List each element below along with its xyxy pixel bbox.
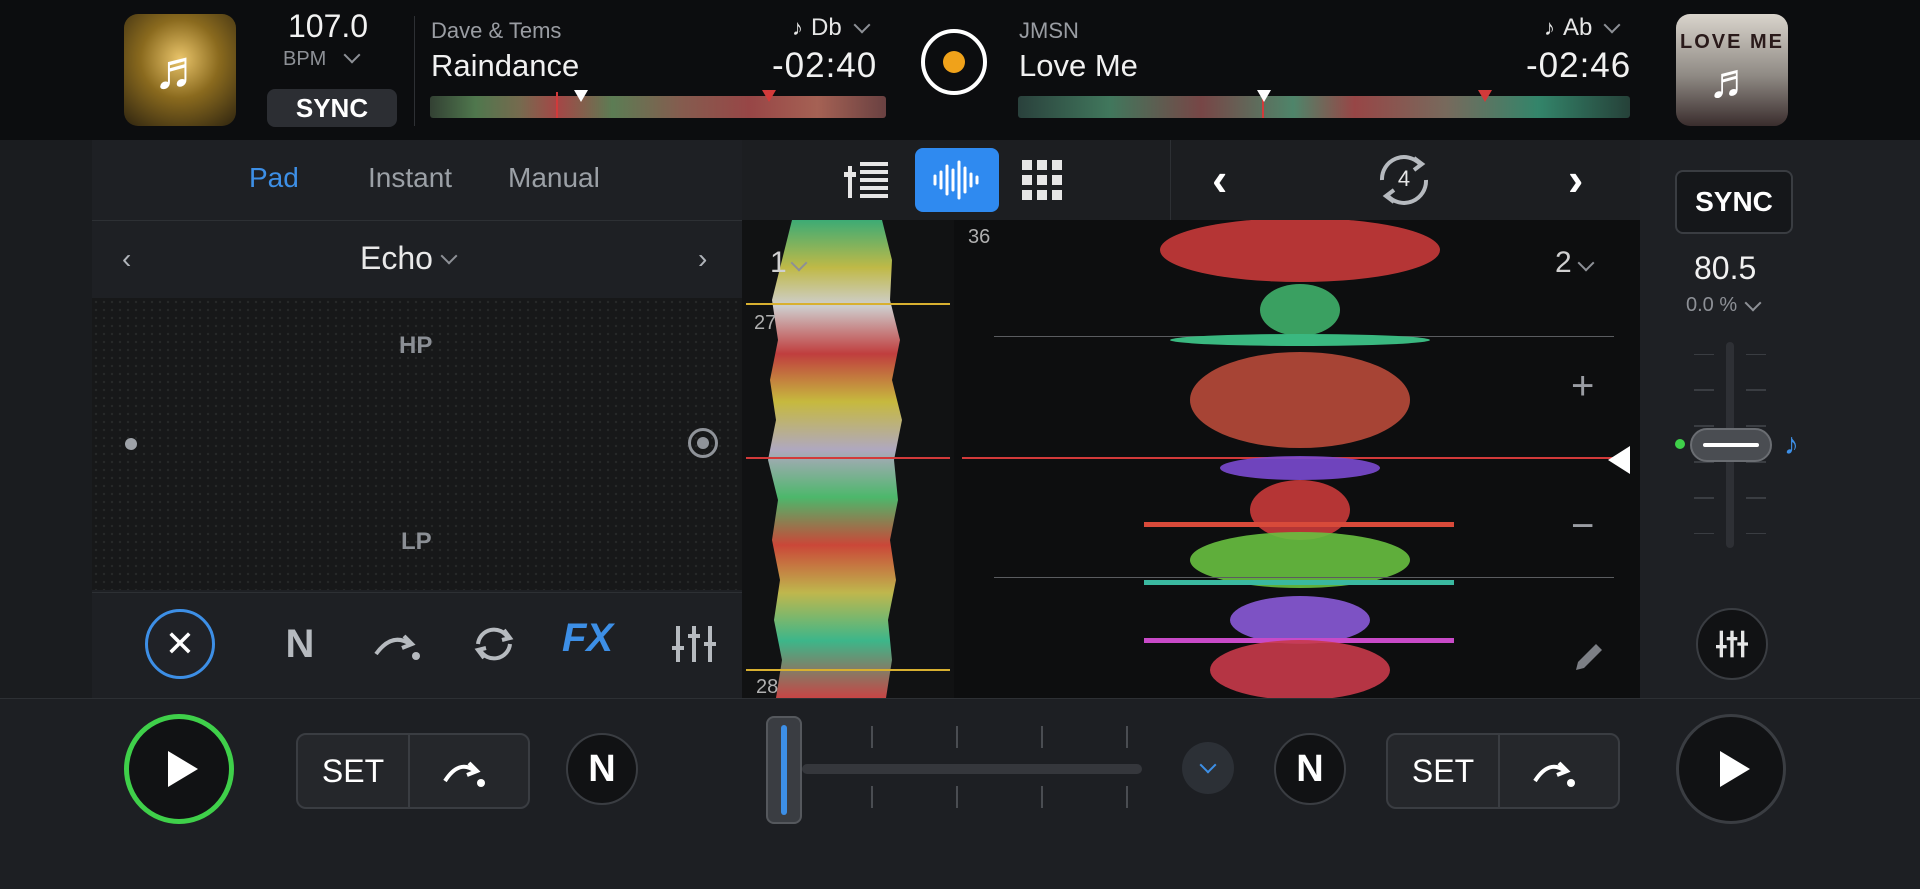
- chevron-down-icon: [790, 254, 808, 272]
- pitch-range[interactable]: 0.0 %: [1686, 294, 1762, 317]
- crossfader-handle[interactable]: [766, 716, 802, 824]
- cue-jump-icon[interactable]: [366, 614, 426, 674]
- album-art-text: LOVE ME: [1679, 31, 1784, 53]
- key-left[interactable]: ♪ Db: [792, 14, 871, 42]
- artist-right: JMSN: [1019, 18, 1079, 43]
- artist-left: Dave & Tems: [431, 18, 562, 43]
- overview-waveform-left[interactable]: [430, 96, 886, 118]
- waveform-icon: [933, 160, 979, 200]
- zoom-in-button[interactable]: +: [1571, 364, 1594, 409]
- album-art-right[interactable]: LOVE ME ♬: [1676, 14, 1788, 126]
- lp-label: LP: [401, 528, 432, 555]
- divider: [1170, 140, 1171, 220]
- title-right: Love Me: [1019, 48, 1138, 83]
- music-note-icon: ♪: [792, 15, 803, 40]
- music-note-icon: ♬: [153, 40, 207, 100]
- music-note-icon: ♪: [1544, 15, 1555, 40]
- crossfader-chevron-down-icon[interactable]: [1182, 742, 1234, 794]
- close-icon[interactable]: ✕: [145, 609, 215, 679]
- album-art-left[interactable]: ♬: [124, 14, 236, 126]
- tab-instant[interactable]: Instant: [368, 162, 452, 194]
- chevron-down-icon: [853, 16, 871, 34]
- target-icon[interactable]: [688, 428, 718, 458]
- chevron-down-icon[interactable]: [343, 46, 361, 64]
- title-left: Raindance: [431, 48, 580, 83]
- cue-jump-button-left[interactable]: [410, 735, 520, 807]
- grid-icon[interactable]: [1020, 158, 1064, 202]
- crossfader-ticks: [862, 722, 1142, 812]
- mixer-icon: [1716, 630, 1748, 658]
- deck2-selector[interactable]: 2: [1555, 246, 1595, 280]
- beat-number-27: 27: [754, 312, 777, 334]
- cue-marker-icon: [574, 90, 588, 102]
- deck2-waveform-graphic: [962, 218, 1614, 700]
- sync-button-left[interactable]: SYNC: [267, 89, 397, 127]
- tab-manual[interactable]: Manual: [508, 162, 600, 194]
- chevron-left-icon[interactable]: ‹: [122, 243, 131, 275]
- loop-halve-chevron-left-icon[interactable]: ‹: [1212, 152, 1227, 206]
- deck1-waveform[interactable]: [742, 220, 954, 698]
- divider: [414, 16, 415, 126]
- chevron-down-icon: [1577, 254, 1595, 272]
- beat-number-36: 36: [968, 226, 991, 248]
- time-remaining-left: -02:40: [772, 46, 878, 85]
- play-icon: [1720, 751, 1750, 787]
- beat-number-28: 28: [756, 676, 779, 698]
- fx-button[interactable]: FX: [562, 616, 613, 661]
- loop-button[interactable]: 4: [1370, 148, 1438, 212]
- left-edge: [0, 140, 92, 700]
- loop-double-chevron-right-icon[interactable]: ›: [1568, 152, 1583, 206]
- cue-jump-button-right[interactable]: [1500, 735, 1610, 807]
- loop-size: 4: [1397, 166, 1411, 191]
- bpm-label: BPM: [283, 46, 361, 71]
- cue-jump-icon: [1533, 761, 1575, 787]
- bpm-value[interactable]: 107.0: [288, 8, 368, 45]
- set-cue-button-left[interactable]: SET: [298, 735, 410, 807]
- overview-waveform-right[interactable]: [1018, 96, 1630, 118]
- set-cue-button-right[interactable]: SET: [1388, 735, 1500, 807]
- neural-mix-button-right[interactable]: N: [1274, 733, 1346, 805]
- playhead-marker-icon: [1608, 446, 1630, 474]
- neural-mix-icon[interactable]: N: [270, 614, 330, 674]
- hotcue-marker-icon: [1478, 90, 1492, 102]
- tempo-center-dot: [1675, 439, 1685, 449]
- hotcue-marker-icon: [762, 90, 776, 102]
- chevron-down-icon: [1603, 16, 1621, 34]
- key-lock-icon[interactable]: ♪: [1784, 428, 1799, 462]
- play-icon: [168, 751, 198, 787]
- play-button-right[interactable]: [1676, 714, 1786, 824]
- chevron-down-icon: [440, 247, 458, 264]
- music-note-icon: ♬: [1708, 55, 1756, 108]
- neural-mix-button-left[interactable]: N: [566, 733, 638, 805]
- pencil-icon[interactable]: [1570, 640, 1606, 676]
- deck1-waveform-graphic: [746, 220, 950, 698]
- deck1-selector[interactable]: 1: [770, 246, 808, 280]
- mixer-button-right[interactable]: [1696, 608, 1768, 680]
- play-button-left[interactable]: [124, 714, 234, 824]
- key-right[interactable]: ♪ Ab: [1544, 14, 1621, 42]
- hp-label: HP: [399, 332, 433, 359]
- loop-icon[interactable]: [464, 614, 524, 674]
- time-remaining-right: -02:46: [1526, 46, 1632, 85]
- sync-disc-button[interactable]: [921, 29, 987, 95]
- deck2-waveform[interactable]: [954, 218, 1640, 700]
- tab-pad[interactable]: Pad: [249, 162, 299, 194]
- playhead-left: [556, 92, 558, 118]
- chevron-right-icon[interactable]: ›: [698, 243, 707, 275]
- tempo-slider-handle[interactable]: [1690, 428, 1772, 462]
- mixer-icon[interactable]: [664, 614, 724, 674]
- waveform-view-button[interactable]: [915, 148, 999, 212]
- pad-dot-icon: [125, 438, 137, 450]
- cue-marker-icon: [1257, 90, 1271, 102]
- zoom-out-button[interactable]: −: [1571, 504, 1594, 549]
- disc-dot-icon: [943, 51, 965, 73]
- cue-jump-icon: [443, 761, 485, 787]
- chevron-down-icon: [1744, 294, 1762, 312]
- cue-set-group-left: SET: [296, 733, 530, 809]
- tempo-value[interactable]: 80.5: [1694, 250, 1756, 287]
- sync-button-right[interactable]: SYNC: [1675, 170, 1793, 234]
- fx-name-dropdown[interactable]: Echo: [360, 240, 458, 277]
- mixer-levels-icon[interactable]: [844, 156, 892, 204]
- cue-set-group-right: SET: [1386, 733, 1620, 809]
